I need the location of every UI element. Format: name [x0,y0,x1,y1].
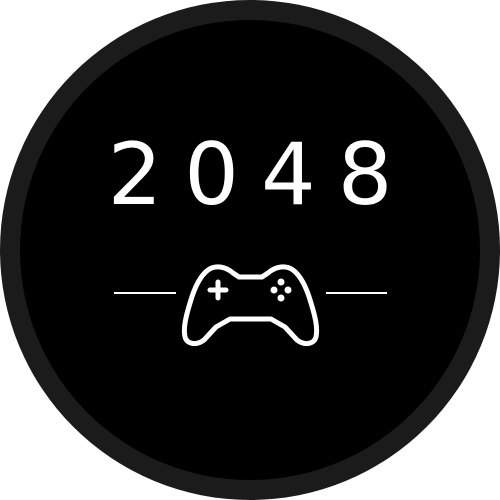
left-divider-line [114,292,176,294]
logo-badge [0,0,500,500]
right-divider-line [326,292,387,294]
gamepad-icon [181,264,320,347]
logo: 2048 [0,0,500,500]
logo-badge-inner [20,20,480,480]
logo-title: 2048 [107,125,415,225]
